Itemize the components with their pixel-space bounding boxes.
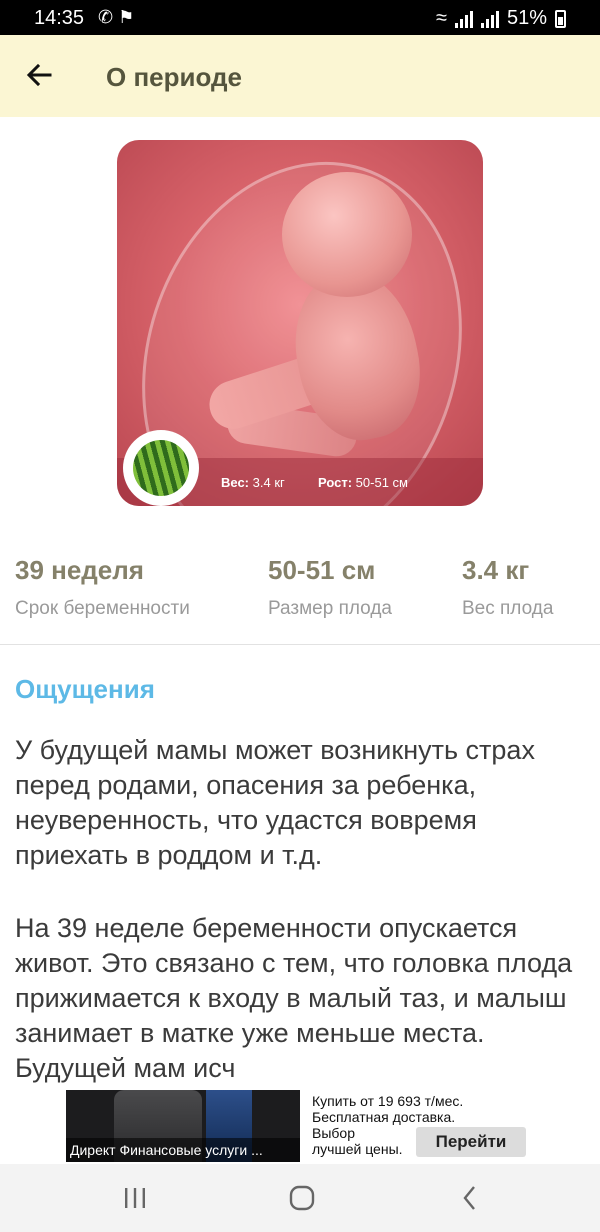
wifi-icon: ≈: [435, 7, 447, 29]
notification-icon: ⚑: [118, 7, 135, 27]
stat-size: 50-51 см Размер плода: [268, 555, 392, 620]
battery-percent: 51%: [506, 7, 547, 29]
divider: [0, 644, 600, 645]
status-time: 14:35: [34, 7, 85, 29]
status-bar: 14:35 ✆ ⚑ ≈ 51%: [0, 0, 600, 35]
whatsapp-icon: ✆: [98, 7, 114, 27]
fetus-illustration: Вес: 3.4 кг Рост: 50-51 см: [117, 140, 483, 506]
battery-icon: [555, 9, 566, 28]
article-paragraph: У будущей мамы может возникнуть страх пе…: [15, 735, 535, 870]
arrow-left-icon: [26, 63, 52, 87]
recents-icon: [125, 1188, 145, 1208]
ad-banner[interactable]: Директ Финансовые услуги ... Купить от 1…: [66, 1090, 540, 1162]
home-icon: [289, 1185, 315, 1211]
hero-height: Рост: 50-51 см: [318, 475, 408, 490]
stat-value: 3.4 кг: [462, 555, 530, 585]
back-chevron-icon: [463, 1186, 475, 1210]
ad-go-button[interactable]: Перейти: [416, 1127, 526, 1157]
stat-label: Размер плода: [268, 598, 392, 619]
stat-label: Вес плода: [462, 598, 554, 619]
watermelon-icon: [123, 430, 199, 506]
signal-icon: [454, 10, 473, 28]
back-button[interactable]: [20, 55, 60, 95]
ad-image[interactable]: Директ Финансовые услуги ...: [66, 1090, 300, 1162]
stat-label: Срок беременности: [15, 598, 190, 619]
status-right: ≈ 51%: [436, 7, 566, 30]
section-title: Ощущения: [15, 674, 155, 704]
recents-button[interactable]: [115, 1181, 155, 1215]
page-title: О периоде: [106, 62, 242, 92]
stat-weight: 3.4 кг Вес плода: [462, 555, 553, 620]
stat-value: 50-51 см: [268, 555, 376, 585]
stat-term: 39 неделя Срок беременности: [15, 555, 190, 620]
hero-weight: Вес: 3.4 кг: [221, 475, 285, 490]
home-button[interactable]: [282, 1181, 322, 1215]
signal-icon-2: [480, 10, 499, 28]
system-back-button[interactable]: [450, 1181, 490, 1215]
pregnancy-stats: 39 неделя Срок беременности 50-51 см Раз…: [0, 555, 600, 643]
fetus-head: [282, 172, 412, 297]
stat-value: 39 неделя: [15, 555, 144, 585]
notification-icons: ✆ ⚑: [98, 7, 134, 28]
system-nav-bar: [0, 1164, 600, 1232]
app-bar: О периоде: [0, 35, 600, 117]
ad-caption: Директ Финансовые услуги ...: [66, 1138, 300, 1162]
